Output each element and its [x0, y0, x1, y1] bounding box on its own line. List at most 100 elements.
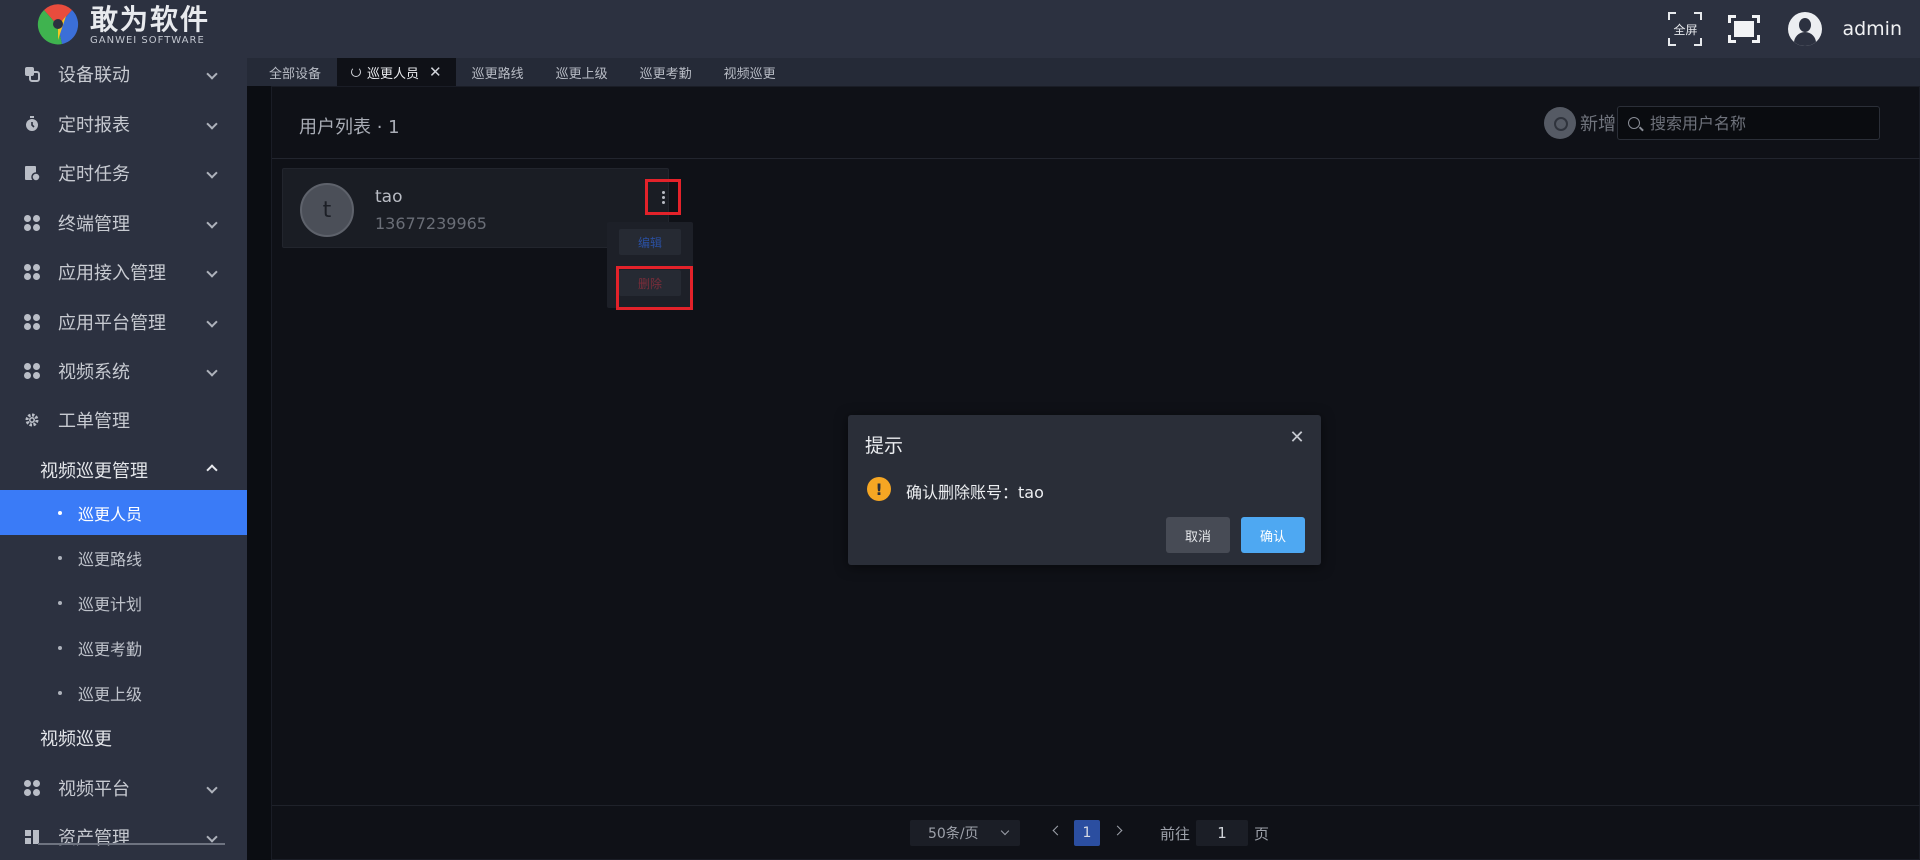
sidebar-submenu-video-patrol-mgmt[interactable]: 视频巡更管理	[0, 446, 247, 494]
cancel-button[interactable]: 取消	[1166, 517, 1230, 553]
user-card-avatar: t	[300, 183, 354, 237]
close-icon[interactable]: ✕	[1288, 429, 1306, 447]
expand-screen-icon[interactable]	[1728, 15, 1761, 43]
link-icon	[25, 67, 40, 82]
chevron-down-icon	[206, 167, 218, 179]
clock-report-icon	[26, 116, 38, 131]
dialog-title: 提示	[865, 435, 904, 457]
edit-menu-item[interactable]: 编辑	[619, 229, 681, 255]
sidebar-item-label: 视频平台	[58, 779, 130, 800]
sidebar-item-label: 视频系统	[58, 362, 130, 383]
sidebar-leaf-patrol-attendance[interactable]: 巡更考勤	[0, 625, 247, 670]
tab-patrol-staff[interactable]: 巡更人员 ✕	[337, 58, 456, 86]
brand-logo: 敢为软件 GANWEI SOFTWARE	[36, 4, 210, 48]
sidebar-item-label: 视频巡更	[40, 729, 112, 750]
leaf-label: 巡更考勤	[78, 639, 143, 659]
sidebar-item-label: 定时报表	[58, 115, 130, 136]
sidebar-item-terminal-mgmt[interactable]: 终端管理	[0, 199, 247, 247]
task-icon	[25, 166, 40, 181]
sidebar-item-video-system[interactable]: 视频系统	[0, 347, 247, 395]
username[interactable]: admin	[1842, 18, 1902, 40]
chevron-down-icon	[206, 217, 218, 229]
add-user-label: 新增	[1580, 114, 1616, 135]
chevron-down-icon	[1000, 826, 1010, 836]
chevron-down-icon	[206, 118, 218, 130]
grid-icon	[24, 314, 40, 330]
goto-page-input[interactable]	[1196, 820, 1248, 846]
chevron-down-icon	[206, 266, 218, 278]
confirm-dialog: 提示 ✕ ! 确认删除账号：tao 取消 确认	[848, 415, 1321, 565]
sidebar-item-label: 设备联动	[58, 65, 130, 86]
sidebar-item-label: 定时任务	[58, 164, 130, 185]
chevron-up-icon	[206, 464, 218, 476]
sidebar-item-label: 应用平台管理	[58, 313, 166, 334]
panel-header: 用户列表 · 1 新增	[272, 87, 1920, 159]
next-page-icon[interactable]	[1112, 825, 1123, 836]
leaf-label: 巡更人员	[78, 504, 143, 524]
pagination: 50条/页 1 前往 页	[272, 805, 1920, 860]
sidebar-item-device-linkage[interactable]: 设备联动	[0, 58, 247, 98]
sidebar-item-video-patrol[interactable]: 视频巡更	[0, 714, 247, 762]
tab-patrol-superior[interactable]: 巡更上级	[540, 58, 624, 86]
sidebar-item-label: 应用接入管理	[58, 263, 166, 284]
grid-icon	[24, 215, 40, 231]
user-card-phone: 13677239965	[375, 214, 487, 233]
sidebar-leaf-patrol-plan[interactable]: 巡更计划	[0, 580, 247, 625]
more-options-icon[interactable]	[645, 179, 681, 215]
sidebar-leaf-patrol-staff[interactable]: 巡更人员	[0, 490, 247, 535]
panel-title: 用户列表 · 1	[299, 117, 400, 138]
fullscreen-button[interactable]: 全屏	[1668, 12, 1703, 46]
sidebar-item-label: 终端管理	[58, 214, 130, 235]
tab-bar: 全部设备 巡更人员 ✕ 巡更路线 巡更上级 巡更考勤 视频巡更	[247, 58, 1920, 86]
sidebar-item-app-access-mgmt[interactable]: 应用接入管理	[0, 248, 247, 296]
add-icon	[1544, 107, 1576, 139]
brand-title: 敢为软件	[90, 3, 211, 36]
chevron-down-icon	[206, 782, 218, 794]
sidebar-item-work-order[interactable]: 工单管理	[0, 396, 247, 444]
sidebar-leaf-patrol-superior[interactable]: 巡更上级	[0, 670, 247, 715]
close-icon[interactable]: ✕	[429, 63, 442, 81]
sidebar-item-app-platform-mgmt[interactable]: 应用平台管理	[0, 298, 247, 346]
chevron-down-icon	[206, 68, 218, 80]
submenu-title: 视频巡更管理	[40, 461, 148, 482]
user-avatar[interactable]	[1788, 12, 1823, 46]
chevron-down-icon	[206, 365, 218, 377]
warning-icon: !	[867, 477, 891, 501]
sidebar-item-label: 资产管理	[58, 828, 130, 849]
sidebar-item-scheduled-task[interactable]: 定时任务	[0, 149, 247, 197]
search-box	[1617, 106, 1880, 140]
top-header: 敢为软件 GANWEI SOFTWARE 全屏 admin	[0, 0, 1920, 58]
sidebar-item-label: 工单管理	[58, 411, 130, 432]
leaf-label: 巡更路线	[78, 549, 143, 569]
delete-highlight-box	[616, 266, 693, 310]
goto-label: 前往	[1160, 825, 1191, 843]
page-size-select[interactable]: 50条/页	[910, 820, 1020, 846]
tab-patrol-attendance[interactable]: 巡更考勤	[624, 58, 708, 86]
page-number-current[interactable]: 1	[1074, 820, 1100, 846]
tab-all-devices[interactable]: 全部设备	[253, 58, 337, 86]
tab-video-patrol[interactable]: 视频巡更	[708, 58, 792, 86]
logo-icon	[37, 4, 79, 45]
sidebar-scrollbar[interactable]	[38, 843, 225, 845]
sidebar-item-scheduled-report[interactable]: 定时报表	[0, 100, 247, 148]
dialog-message: 确认删除账号：tao	[906, 483, 1044, 502]
sidebar-leaf-patrol-route[interactable]: 巡更路线	[0, 535, 247, 580]
gear-icon	[25, 413, 39, 427]
tab-patrol-route[interactable]: 巡更路线	[456, 58, 540, 86]
chevron-down-icon	[206, 831, 218, 843]
sidebar-item-video-platform[interactable]: 视频平台	[0, 764, 247, 812]
user-card-name: tao	[375, 187, 403, 207]
sidebar: 设备联动 定时报表 定时任务 终端管理 应用接入管理 应用平台管理 视频系统 工…	[0, 58, 247, 860]
grid-icon	[24, 780, 40, 796]
add-user-button[interactable]: 新增	[1544, 107, 1616, 139]
confirm-button[interactable]: 确认	[1241, 517, 1305, 553]
search-input[interactable]	[1650, 107, 1875, 139]
sidebar-item-asset-mgmt[interactable]: 资产管理	[0, 813, 247, 860]
prev-page-icon[interactable]	[1052, 825, 1063, 836]
leaf-label: 巡更上级	[78, 684, 143, 704]
search-icon	[1628, 117, 1640, 129]
grid-icon	[24, 363, 40, 379]
refresh-icon[interactable]	[351, 67, 362, 77]
brand-subtitle: GANWEI SOFTWARE	[90, 35, 205, 46]
chevron-down-icon	[206, 316, 218, 328]
